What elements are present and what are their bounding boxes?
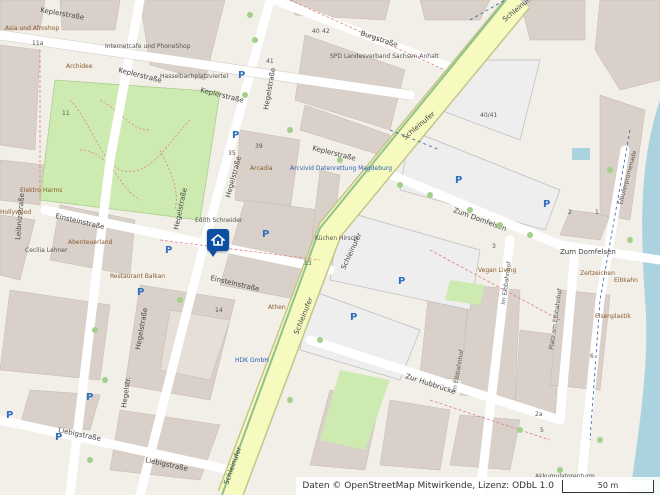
parking-icon: P (350, 312, 357, 323)
parking-icon: P (137, 287, 144, 298)
house-number: 41 (266, 58, 274, 65)
parking-icon: P (262, 229, 269, 240)
map-canvas[interactable]: Keplerstraße Keplerstraße Keplerstraße K… (0, 0, 660, 495)
poi-hasselbachplatzviertel: Hasselbachplatzviertel (160, 73, 228, 80)
poi-abenteuerland: Abenteuerland (68, 239, 113, 246)
house-number: 2a (535, 411, 543, 418)
house-number: 3 (492, 243, 496, 250)
poi-internetcafe: Internetcafe und PhoneShop (105, 43, 191, 50)
parking-icon: P (86, 392, 93, 403)
house-number: 40 (312, 28, 320, 35)
house-number: 42 (322, 28, 330, 35)
poi-asia-und-afroshop: Asia und Afroshop (5, 25, 59, 32)
house-number: 2 (568, 209, 572, 216)
park-area (39, 79, 221, 221)
parking-icon: P (543, 199, 550, 210)
poi-ars-vivid: Arcvivid Datenrettung Magdeburg (290, 165, 392, 172)
poi-archidee: Archidee (66, 63, 93, 70)
attribution-text[interactable]: Daten © OpenStreetMap Mitwirkende, Lizen… (302, 481, 554, 491)
poi-arcadia: Arcadia (250, 165, 273, 172)
map-attribution: Daten © OpenStreetMap Mitwirkende, Lizen… (296, 477, 660, 495)
poi-eisenplastik: Eisenplastik (595, 313, 631, 320)
house-number: 11a (32, 40, 44, 47)
parking-icon: P (55, 432, 62, 443)
poi-elektro-harms: Elektro Harms (20, 187, 62, 194)
parking-icon: P (238, 70, 245, 81)
house-number: 39 (255, 143, 263, 150)
home-icon[interactable] (207, 229, 229, 257)
house-number: 14 (215, 307, 223, 314)
poi-zeitzeichen: Zeitzeichen (580, 270, 615, 277)
poi-restaurant-balkan: Restaurant Balkan (110, 273, 165, 280)
house-number: 13 (304, 260, 312, 267)
poi-vegan-living: Vegan Living (478, 267, 517, 274)
parking-icon: P (398, 276, 405, 287)
house-number: 6 (590, 353, 594, 360)
poi-cecilia-lehner: Cecilia Lehner (25, 247, 68, 254)
poi-edith-schneider: Edith Schneider (195, 217, 243, 224)
parking-icon: P (232, 130, 239, 141)
poi-kuechen-hirsch: Küchen Hirsch (315, 235, 358, 242)
house-number: 1 (595, 209, 599, 216)
poi-spd: SPD Landesverband Sachsen-Anhalt (330, 53, 439, 60)
poi-hollywood: Hollywood (0, 209, 31, 216)
house-number: 11 (62, 110, 70, 117)
poi-elbkahn: Elbkahn (614, 277, 638, 284)
label-zum-domfelsen-2: Zum Domfelsen (560, 248, 616, 256)
parking-icon: P (165, 245, 172, 256)
poi-hdk-gmbh: HDK GmbH (235, 357, 269, 364)
poi-athen: Athen (268, 304, 286, 311)
house-number: 35 (228, 150, 236, 157)
scale-bar: 50 m (562, 479, 654, 493)
parking-icon: P (455, 175, 462, 186)
house-number: 5 (540, 427, 544, 434)
pond (572, 148, 590, 160)
house-number: 40/41 (480, 112, 497, 119)
parking-icon: P (6, 410, 13, 421)
home-glyph (211, 234, 225, 246)
